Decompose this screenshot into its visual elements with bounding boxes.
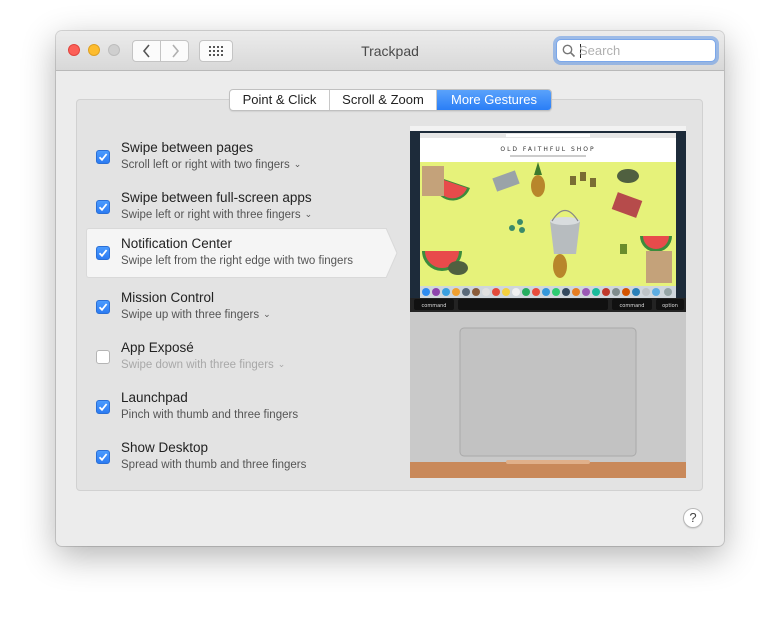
chevron-down-icon: ⌄ — [263, 309, 271, 319]
checkmark-icon — [98, 453, 108, 462]
gesture-row-launchpad[interactable]: Launchpad Pinch with thumb and three fin… — [86, 382, 386, 432]
gesture-title: Swipe between pages — [121, 140, 254, 155]
gesture-title: Notification Center — [121, 236, 233, 251]
checkbox-app-expose[interactable] — [96, 350, 110, 364]
command-key-right: command — [620, 303, 645, 309]
gesture-subtitle: Swipe left or right with three fingers — [121, 209, 301, 221]
chevron-down-icon: ⌄ — [293, 159, 302, 169]
gesture-title: Swipe between full-screen apps — [121, 190, 312, 205]
laptop-illustration: OLD FAITHFUL SHOP command command option — [410, 126, 686, 478]
checkbox-swipe-between-pages[interactable] — [96, 150, 110, 164]
tab-scroll-and-zoom[interactable]: Scroll & Zoom — [330, 90, 437, 110]
gesture-subtitle: Scroll left or right with two fingers — [121, 159, 290, 171]
tab-more-gestures[interactable]: More Gestures — [437, 90, 551, 110]
gesture-option-popup[interactable]: Swipe down with three fingers ⌄ — [121, 359, 285, 371]
gesture-option-popup[interactable]: Scroll left or right with two fingers ⌄ — [121, 159, 301, 171]
gesture-row-swipe-between-pages[interactable]: Swipe between pages Scroll left or right… — [86, 132, 386, 182]
search-field[interactable] — [556, 39, 716, 62]
checkmark-icon — [98, 403, 108, 412]
selection-pointer-icon — [376, 228, 398, 278]
tab-point-and-click[interactable]: Point & Click — [230, 90, 330, 110]
checkbox-mission-control[interactable] — [96, 300, 110, 314]
tab-bar: Point & Click Scroll & Zoom More Gesture… — [229, 89, 552, 111]
search-icon — [562, 44, 576, 58]
checkmark-icon — [98, 153, 108, 162]
gesture-row-notification-center[interactable]: Notification Center Swipe left from the … — [86, 228, 398, 278]
preferences-window: Trackpad Point & Click Scroll & Zoom Mor… — [56, 31, 724, 546]
checkmark-icon — [98, 203, 108, 212]
gesture-row-swipe-between-full-screen-apps[interactable]: Swipe between full-screen apps Swipe lef… — [86, 182, 386, 232]
search-input[interactable] — [579, 42, 709, 59]
gesture-subtitle: Swipe up with three fingers — [121, 309, 260, 321]
gesture-subtitle: Pinch with thumb and three fingers — [121, 409, 299, 421]
gesture-subtitle: Spread with thumb and three fingers — [121, 459, 307, 471]
gesture-subtitle: Swipe left from the right edge with two … — [121, 255, 354, 267]
checkbox-notification-center[interactable] — [96, 246, 110, 260]
gesture-option-popup[interactable]: Swipe up with three fingers ⌄ — [121, 309, 271, 321]
gesture-row-mission-control[interactable]: Mission Control Swipe up with three fing… — [86, 282, 386, 332]
gesture-preview-video: OLD FAITHFUL SHOP command command option — [410, 126, 686, 478]
gesture-title: Show Desktop — [121, 440, 209, 455]
checkmark-icon — [98, 303, 108, 312]
command-key-left: command — [422, 303, 447, 309]
gesture-title: Mission Control — [121, 290, 215, 305]
title-bar: Trackpad — [56, 31, 724, 71]
checkbox-launchpad[interactable] — [96, 400, 110, 414]
checkbox-show-desktop[interactable] — [96, 450, 110, 464]
gesture-row-show-desktop[interactable]: Show Desktop Spread with thumb and three… — [86, 432, 386, 482]
chevron-down-icon: ⌄ — [304, 209, 313, 219]
preview-site-title: OLD FAITHFUL SHOP — [500, 146, 595, 153]
checkmark-icon — [98, 249, 108, 258]
help-button[interactable]: ? — [683, 508, 703, 528]
checkbox-swipe-between-full-screen-apps[interactable] — [96, 200, 110, 214]
gesture-subtitle: Swipe down with three fingers — [121, 359, 274, 371]
gesture-option-popup[interactable]: Swipe left or right with three fingers ⌄ — [121, 209, 312, 221]
gesture-title: Launchpad — [121, 390, 188, 405]
gesture-row-app-expose[interactable]: App Exposé Swipe down with three fingers… — [86, 332, 386, 382]
gesture-title: App Exposé — [121, 340, 194, 355]
option-key: option — [662, 303, 678, 309]
chevron-down-icon: ⌄ — [277, 359, 286, 369]
